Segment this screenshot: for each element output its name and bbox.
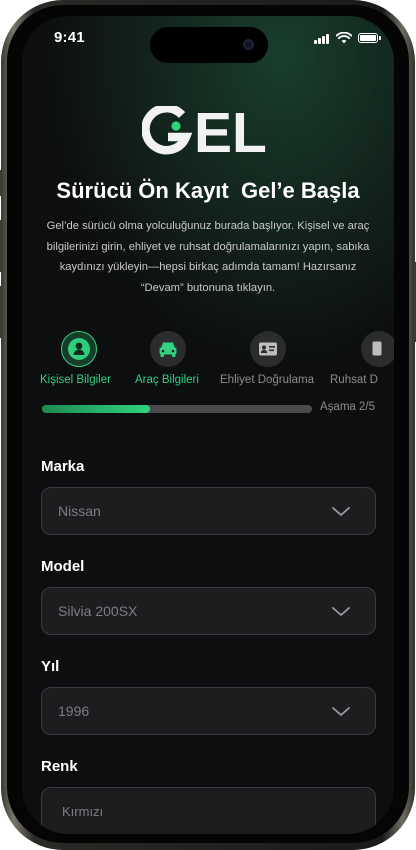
yil-label: Yıl: [41, 658, 60, 675]
volume-down-button: [0, 286, 2, 338]
progress-fill: [42, 405, 150, 413]
gel-logo: EL: [141, 101, 278, 165]
id-card-icon: [259, 342, 277, 356]
renk-input[interactable]: Kırmızı: [41, 787, 376, 834]
camera-icon: [243, 39, 254, 50]
model-label: Model: [41, 558, 85, 575]
marka-select[interactable]: Nissan: [41, 487, 376, 535]
app-screen: 9:41 EL Sürücü Ön Kayıt Gel’e Başla Gel’…: [22, 16, 394, 834]
status-time: 9:41: [54, 29, 85, 46]
step-label: Ehliyet Doğrulama: [220, 374, 314, 386]
logo-letters: EL: [194, 106, 267, 156]
model-select[interactable]: Silvia 200SX: [41, 587, 376, 635]
document-icon: [372, 341, 382, 356]
step-circle: [250, 331, 286, 367]
volume-up-button: [0, 220, 2, 272]
battery-icon: [358, 33, 381, 43]
chevron-down-icon: [332, 707, 350, 716]
renk-placeholder: Kırmızı: [62, 804, 104, 819]
progress-bar: [42, 405, 312, 413]
wifi-icon: [336, 32, 352, 44]
step-indicator: Kişisel Bilgiler Araç Bilgileri Ehliyet …: [22, 328, 394, 398]
yil-value: 1996: [58, 703, 90, 719]
person-icon: [67, 337, 90, 360]
renk-label: Renk: [41, 758, 78, 775]
chevron-down-icon: [332, 607, 350, 616]
car-icon: [159, 342, 177, 357]
step-circle: [150, 331, 186, 367]
action-button: [0, 170, 2, 196]
marka-label: Marka: [41, 458, 85, 475]
marka-value: Nissan: [58, 503, 101, 519]
step-label: Kişisel Bilgiler: [40, 374, 111, 386]
chevron-down-icon: [332, 507, 350, 516]
step-circle: [61, 331, 97, 367]
step-circle: [361, 331, 394, 367]
yil-select[interactable]: 1996: [41, 687, 376, 735]
page-description: Gel’de sürücü olma yolculuğunuz burada b…: [46, 220, 370, 294]
page-title: Sürücü Ön Kayıt Gel’e Başla: [56, 178, 360, 203]
dynamic-island: [150, 27, 268, 63]
model-value: Silvia 200SX: [58, 603, 138, 619]
stage-indicator: Aşama 2/5: [320, 401, 375, 413]
step-label: Araç Bilgileri: [135, 374, 199, 386]
step-label: Ruhsat D: [330, 374, 378, 386]
